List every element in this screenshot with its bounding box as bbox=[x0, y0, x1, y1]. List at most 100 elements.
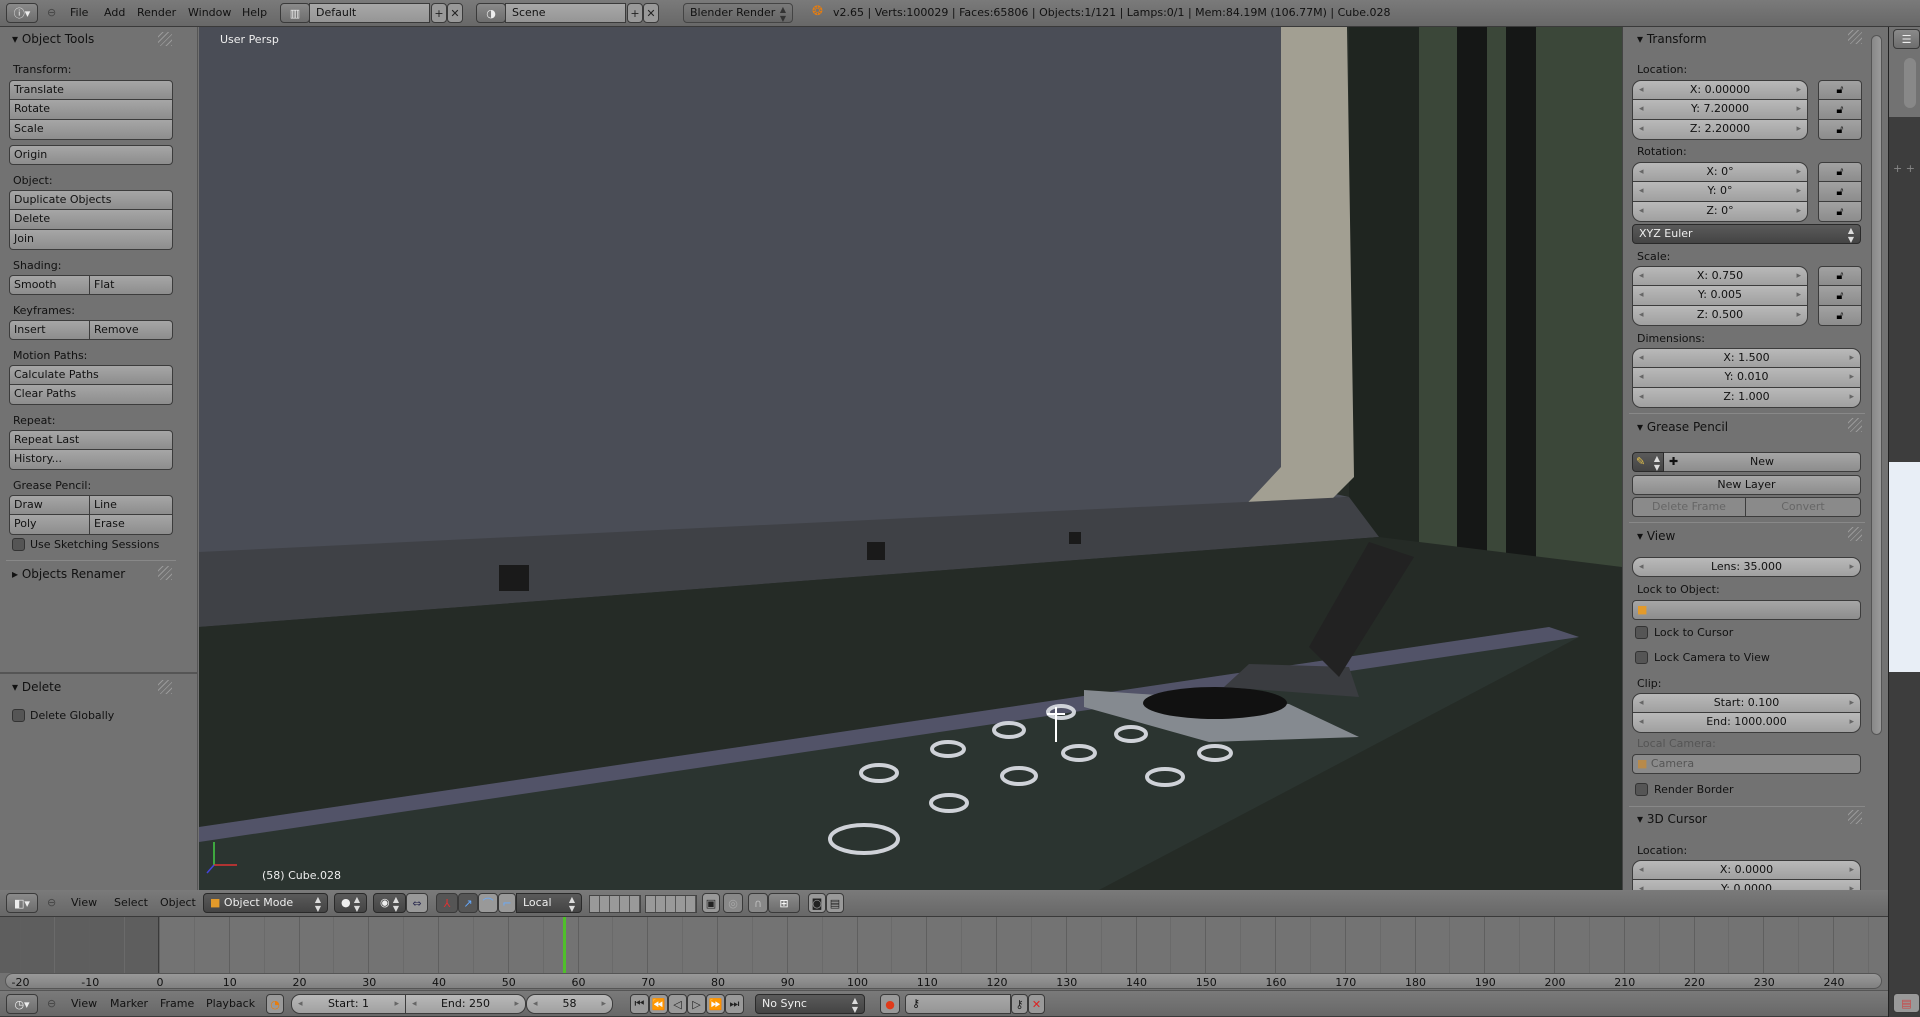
menu-marker[interactable]: Marker bbox=[110, 997, 148, 1010]
collapse-menu-icon[interactable]: ⊖ bbox=[47, 6, 56, 19]
join-button[interactable]: Join bbox=[9, 230, 173, 250]
lock-icon[interactable]: 🔓︎ bbox=[1818, 286, 1862, 306]
cursor-y-field[interactable]: Y: 0.0000 bbox=[1632, 880, 1861, 890]
proportional-edit-icon[interactable]: ◎ bbox=[723, 893, 743, 913]
end-frame-field[interactable]: End: 250 bbox=[406, 994, 526, 1014]
calculate-paths-button[interactable]: Calculate Paths bbox=[9, 365, 173, 385]
new-grease-pencil-button[interactable]: ✚ New bbox=[1664, 452, 1861, 472]
delete-button[interactable]: Delete bbox=[9, 210, 173, 230]
menu-select[interactable]: Select bbox=[114, 896, 148, 909]
remove-layout-icon[interactable]: ✕ bbox=[447, 3, 463, 23]
panel-grip-icon[interactable] bbox=[158, 32, 172, 46]
timeline-area[interactable] bbox=[0, 917, 1888, 973]
remove-scene-icon[interactable]: ✕ bbox=[643, 3, 659, 23]
render-border-checkbox[interactable] bbox=[1635, 783, 1648, 796]
timeline-editor-icon[interactable]: ◷▾ bbox=[6, 994, 38, 1014]
mode-dropdown[interactable]: ■ Object Mode ▲ ▼ bbox=[203, 893, 328, 913]
3d-view-editor-icon[interactable]: ◧▾ bbox=[6, 893, 38, 913]
menu-file[interactable]: File bbox=[70, 6, 88, 19]
clear-paths-button[interactable]: Clear Paths bbox=[9, 385, 173, 405]
translate-manipulator-icon[interactable]: ⅄ bbox=[436, 893, 458, 913]
delete-frame-button[interactable]: Delete Frame bbox=[1632, 497, 1746, 517]
start-frame-field[interactable]: Start: 1 bbox=[291, 994, 406, 1014]
grease-pencil-selector[interactable]: ✎ ▲ ▼ bbox=[1632, 452, 1664, 472]
convert-button[interactable]: Convert bbox=[1746, 497, 1861, 517]
scale-tool-icon[interactable]: ⌐ bbox=[498, 893, 516, 913]
orientation-dropdown[interactable]: Local ▲ ▼ bbox=[516, 893, 582, 913]
outliner-editor-icon[interactable]: ☰ bbox=[1893, 29, 1920, 49]
3d-cursor-panel-header[interactable]: ▾ 3D Cursor bbox=[1637, 812, 1707, 826]
panel-grip-icon[interactable] bbox=[158, 680, 172, 694]
viewport-shading-dropdown[interactable]: ● ▲ ▼ bbox=[334, 893, 367, 913]
menu-view[interactable]: View bbox=[71, 896, 97, 909]
lock-to-object-field[interactable]: ■ bbox=[1632, 600, 1861, 620]
preview-range-icon[interactable]: ◔ bbox=[266, 994, 284, 1014]
menu-view[interactable]: View bbox=[71, 997, 97, 1010]
menu-playback[interactable]: Playback bbox=[206, 997, 255, 1010]
sync-dropdown[interactable]: No Sync ▲ ▼ bbox=[755, 994, 865, 1014]
playhead[interactable] bbox=[562, 917, 566, 973]
lock-icon[interactable]: 🔓︎ bbox=[1818, 306, 1862, 326]
panel-grip-icon[interactable] bbox=[1848, 810, 1862, 824]
lock-icon[interactable]: 🔓︎ bbox=[1818, 162, 1862, 182]
pivot-point-dropdown[interactable]: ◉ ▲ ▼ bbox=[373, 893, 406, 913]
play-icon[interactable]: ▷ bbox=[687, 994, 706, 1014]
manipulator-toggle-icon[interactable]: ⇔ bbox=[406, 893, 428, 913]
properties-editor-icon[interactable]: ▤ bbox=[1893, 993, 1920, 1013]
layer-buttons[interactable] bbox=[645, 895, 697, 913]
local-camera-field[interactable]: ■ Camera bbox=[1632, 754, 1861, 774]
scale-manipulator-icon[interactable]: ⌒ bbox=[478, 893, 498, 913]
dimensions-y-field[interactable]: Y: 0.010 bbox=[1632, 368, 1861, 388]
lock-layers-icon[interactable]: ▣ bbox=[702, 893, 720, 913]
line-button[interactable]: Line bbox=[90, 495, 173, 515]
keying-set-field[interactable]: ⚷ bbox=[905, 994, 1011, 1014]
collapse-menu-icon[interactable]: ⊖ bbox=[47, 896, 56, 909]
menu-add[interactable]: Add bbox=[104, 6, 125, 19]
jump-keyframe-forward-icon[interactable]: ⏩ bbox=[706, 994, 725, 1014]
flat-button[interactable]: Flat bbox=[90, 275, 173, 295]
smooth-button[interactable]: Smooth bbox=[9, 275, 90, 295]
layout-field[interactable]: Default bbox=[309, 3, 430, 23]
panel-grip-icon[interactable] bbox=[1848, 418, 1862, 432]
layer-buttons[interactable] bbox=[589, 895, 641, 913]
scene-icon[interactable]: ◑ bbox=[476, 3, 506, 23]
panel-grip-icon[interactable] bbox=[1848, 30, 1862, 44]
duplicate-objects-button[interactable]: Duplicate Objects bbox=[9, 190, 173, 210]
location-x-field[interactable]: X: 0.00000 bbox=[1632, 80, 1808, 100]
transform-panel-header[interactable]: ▾ Transform bbox=[1637, 32, 1707, 46]
rotation-mode-dropdown[interactable]: XYZ Euler ▲ ▼ bbox=[1632, 224, 1861, 244]
properties-scrollbar[interactable] bbox=[1871, 35, 1882, 735]
lock-icon[interactable]: 🔓︎ bbox=[1818, 202, 1862, 222]
current-frame-field[interactable]: 58 bbox=[526, 994, 613, 1014]
use-sketching-checkbox[interactable] bbox=[12, 538, 25, 551]
jump-start-icon[interactable]: ⏮ bbox=[630, 994, 649, 1014]
object-tools-header[interactable]: ▾ Object Tools bbox=[12, 32, 94, 46]
view-panel-header[interactable]: ▾ View bbox=[1637, 529, 1675, 543]
menu-object[interactable]: Object bbox=[160, 896, 196, 909]
rotate-button[interactable]: Rotate bbox=[9, 100, 173, 120]
lock-icon[interactable]: 🔓︎ bbox=[1818, 100, 1862, 120]
menu-window[interactable]: Window bbox=[188, 6, 231, 19]
insert-keyframe-button[interactable]: Insert bbox=[9, 320, 90, 340]
record-icon[interactable]: ● bbox=[880, 994, 900, 1014]
lock-to-cursor-checkbox[interactable] bbox=[1635, 626, 1648, 639]
outliner-scrollbar[interactable] bbox=[1904, 58, 1916, 108]
menu-render[interactable]: Render bbox=[137, 6, 176, 19]
lock-icon[interactable]: 🔓︎ bbox=[1818, 120, 1862, 140]
clip-end-field[interactable]: End: 1000.000 bbox=[1632, 713, 1861, 733]
objects-renamer-header[interactable]: ▸ Objects Renamer bbox=[12, 567, 125, 581]
info-editor-icon[interactable]: ⓘ▾ bbox=[6, 3, 38, 23]
lock-icon[interactable]: 🔓︎ bbox=[1818, 80, 1862, 100]
poly-button[interactable]: Poly bbox=[9, 515, 90, 535]
screen-layout-icon[interactable]: ▥ bbox=[280, 3, 310, 23]
add-icon[interactable]: + + bbox=[1893, 162, 1915, 175]
location-y-field[interactable]: Y: 7.20000 bbox=[1632, 100, 1808, 120]
collapse-menu-icon[interactable]: ⊖ bbox=[47, 997, 56, 1010]
snap-icon[interactable]: ∩ bbox=[748, 893, 768, 913]
history-button[interactable]: History... bbox=[9, 450, 173, 470]
add-scene-icon[interactable]: + bbox=[627, 3, 643, 23]
menu-frame[interactable]: Frame bbox=[160, 997, 194, 1010]
scale-y-field[interactable]: Y: 0.005 bbox=[1632, 286, 1808, 306]
translate-button[interactable]: Translate bbox=[9, 80, 173, 100]
render-animation-icon[interactable]: ▤ bbox=[826, 893, 844, 913]
